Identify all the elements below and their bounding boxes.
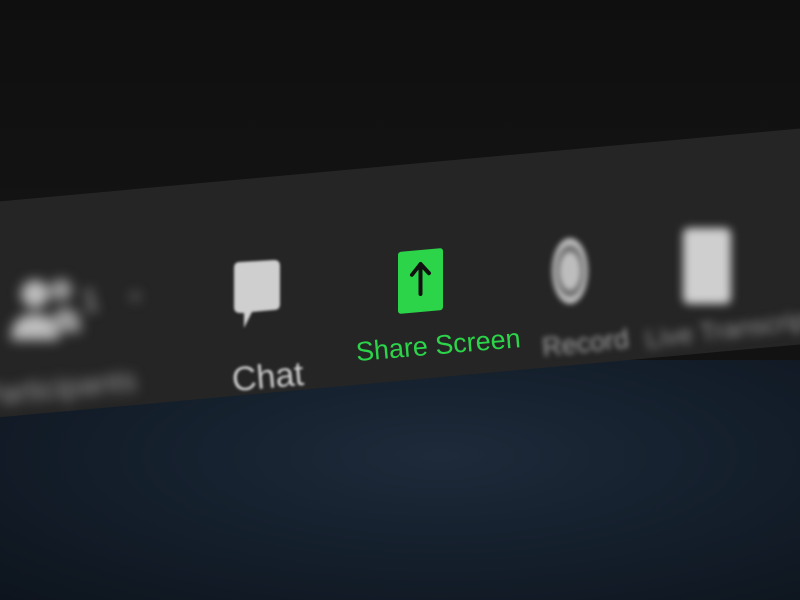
record-label: Record [540, 323, 631, 363]
live-transcript-button[interactable]: Live Transcript [643, 218, 800, 358]
chat-label: Chat [230, 354, 306, 400]
chat-bubble-icon [234, 260, 280, 328]
arrow-up-icon [410, 261, 431, 297]
record-icon [552, 238, 588, 304]
participants-count: 1 [80, 283, 101, 318]
share-screen-button[interactable]: Share Screen [355, 247, 522, 387]
record-button[interactable]: Record [536, 230, 630, 370]
transcript-icon [683, 228, 731, 304]
share-screen-box [398, 248, 443, 314]
chat-button[interactable]: Chat [222, 255, 312, 405]
participants-button[interactable]: 1 ^ Participants [0, 250, 150, 420]
chevron-up-icon[interactable]: ^ [130, 288, 140, 314]
live-transcript-label: Live Transcript [643, 303, 800, 355]
share-screen-label: Share Screen [354, 323, 522, 367]
participants-label: Participants [0, 363, 138, 414]
participants-icon [11, 279, 81, 340]
meeting-window: 1 ^ Participants Chat Share Screen Recor… [0, 0, 800, 600]
